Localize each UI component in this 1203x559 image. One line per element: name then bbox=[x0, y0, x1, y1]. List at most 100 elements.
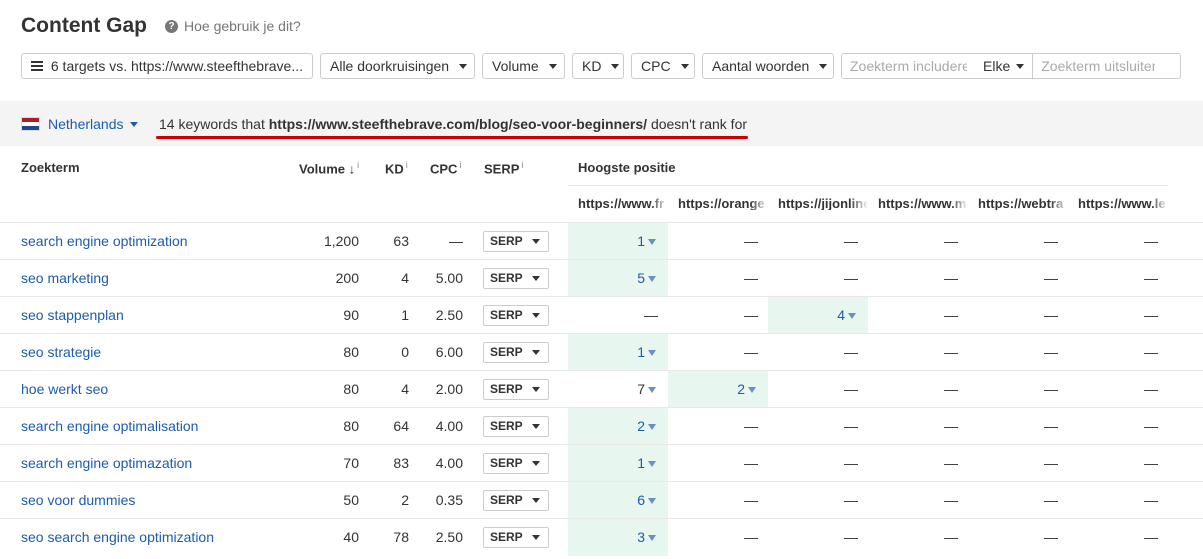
serp-dropdown[interactable]: SERP bbox=[483, 453, 549, 474]
keyword-link[interactable]: seo strategie bbox=[21, 334, 101, 371]
position-cell[interactable]: 4 bbox=[768, 297, 868, 334]
chevron-down-icon bbox=[611, 63, 620, 69]
competitor-header-5[interactable]: https://webtra bbox=[978, 196, 1068, 210]
country-dropdown[interactable]: Netherlands bbox=[21, 116, 138, 132]
position-value: — bbox=[1044, 307, 1058, 323]
position-value: — bbox=[744, 529, 758, 545]
sort-desc-icon: ↓ bbox=[348, 161, 356, 177]
results-summary: 14 keywords that https://www.steefthebra… bbox=[159, 116, 747, 132]
position-cell: — bbox=[668, 445, 768, 482]
word-count-dropdown[interactable]: Aantal woorden bbox=[702, 53, 834, 79]
col-header-cpc[interactable]: CPC i bbox=[430, 160, 461, 176]
fade bbox=[950, 196, 968, 210]
position-cell[interactable]: 5 bbox=[568, 260, 668, 297]
chevron-down-icon bbox=[129, 121, 138, 127]
position-cell: — bbox=[968, 408, 1068, 445]
keyword-link[interactable]: hoe werkt seo bbox=[21, 371, 108, 408]
position-value: — bbox=[1044, 344, 1058, 360]
position-value: — bbox=[944, 344, 958, 360]
exclude-keyword-input[interactable] bbox=[1033, 54, 1164, 78]
keyword-link[interactable]: search engine optimization bbox=[21, 223, 188, 260]
position-value: — bbox=[844, 233, 858, 249]
competitor-header-1[interactable]: https://www.fr bbox=[578, 196, 668, 210]
position-cell: — bbox=[868, 297, 968, 334]
position-cell: — bbox=[868, 482, 968, 519]
chevron-down-icon bbox=[459, 63, 468, 69]
volume-value: 90 bbox=[343, 307, 359, 323]
position-value: — bbox=[744, 344, 758, 360]
position-cell[interactable]: 2 bbox=[568, 408, 668, 445]
volume-value: 50 bbox=[343, 492, 359, 508]
competitor-header-6[interactable]: https://www.le bbox=[1078, 196, 1168, 210]
match-mode-dropdown[interactable]: Elke bbox=[975, 54, 1032, 78]
page-title: Content Gap bbox=[21, 14, 147, 37]
keyword-link[interactable]: seo search engine optimization bbox=[21, 519, 214, 556]
serp-dropdown[interactable]: SERP bbox=[483, 268, 549, 289]
competitor-header-4[interactable]: https://www.m bbox=[878, 196, 968, 210]
cpc-value: 2.50 bbox=[435, 529, 463, 545]
position-cell[interactable]: 1 bbox=[568, 445, 668, 482]
chevron-down-icon bbox=[532, 424, 540, 429]
position-value: — bbox=[1044, 270, 1058, 286]
serp-dropdown[interactable]: SERP bbox=[483, 490, 549, 511]
competitor-header-3[interactable]: https://jijonline bbox=[778, 196, 868, 210]
intersections-dropdown[interactable]: Alle doorkruisingen bbox=[320, 53, 475, 79]
position-cell[interactable]: 6 bbox=[568, 482, 668, 519]
volume-value: 70 bbox=[343, 455, 359, 471]
serp-label: SERP bbox=[490, 271, 523, 285]
serp-dropdown[interactable]: SERP bbox=[483, 527, 549, 548]
info-icon: i bbox=[357, 160, 360, 170]
fade bbox=[1050, 196, 1068, 210]
competitor-header-2[interactable]: https://orange bbox=[678, 196, 768, 210]
position-value: — bbox=[1044, 455, 1058, 471]
cpc-dropdown[interactable]: CPC bbox=[631, 53, 695, 79]
serp-dropdown[interactable]: SERP bbox=[483, 305, 549, 326]
info-bar: Netherlands 14 keywords that https://www… bbox=[0, 101, 1203, 146]
targets-button[interactable]: 6 targets vs. https://www.steefthebrave.… bbox=[21, 53, 313, 79]
position-cell: — bbox=[968, 260, 1068, 297]
col-header-volume[interactable]: Volume ↓ i bbox=[299, 160, 359, 176]
dropdown-triangle-icon bbox=[648, 535, 656, 541]
position-value: — bbox=[944, 492, 958, 508]
position-cell[interactable]: 2 bbox=[668, 371, 768, 408]
serp-dropdown[interactable]: SERP bbox=[483, 342, 549, 363]
serp-label: SERP bbox=[490, 456, 523, 470]
keyword-link[interactable]: seo stappenplan bbox=[21, 297, 124, 334]
position-cell[interactable]: 7 bbox=[568, 371, 668, 408]
col-header-serp[interactable]: SERP i bbox=[484, 160, 523, 176]
position-cell: — bbox=[968, 519, 1068, 556]
volume-value: 1,200 bbox=[323, 233, 359, 249]
dropdown-triangle-icon bbox=[848, 313, 856, 319]
serp-dropdown[interactable]: SERP bbox=[483, 379, 549, 400]
kd-value: 83 bbox=[393, 455, 409, 471]
col-header-keyword[interactable]: Zoekterm bbox=[21, 160, 80, 175]
serp-dropdown[interactable]: SERP bbox=[483, 416, 549, 437]
position-cell[interactable]: 3 bbox=[568, 519, 668, 556]
include-keyword-input[interactable] bbox=[842, 54, 975, 78]
position-value: — bbox=[844, 381, 858, 397]
dropdown-triangle-icon bbox=[648, 276, 656, 282]
col-header-kd[interactable]: KD i bbox=[385, 160, 408, 176]
position-cell: — bbox=[1068, 408, 1168, 445]
dropdown-triangle-icon bbox=[748, 387, 756, 393]
kd-dropdown[interactable]: KD bbox=[572, 53, 624, 79]
position-value: — bbox=[1044, 492, 1058, 508]
position-value: — bbox=[944, 270, 958, 286]
volume-dropdown[interactable]: Volume bbox=[482, 53, 565, 79]
volume-label: Volume bbox=[492, 58, 539, 74]
keyword-link[interactable]: search engine optimalisation bbox=[21, 408, 198, 445]
keyword-link[interactable]: seo marketing bbox=[21, 260, 109, 297]
fade bbox=[750, 196, 768, 210]
help-link[interactable]: ? Hoe gebruik je dit? bbox=[165, 18, 301, 34]
serp-dropdown[interactable]: SERP bbox=[483, 231, 549, 252]
kd-header-label: KD bbox=[385, 161, 404, 177]
dropdown-triangle-icon bbox=[648, 387, 656, 393]
keyword-link[interactable]: seo voor dummies bbox=[21, 482, 135, 519]
position-cell: — bbox=[868, 223, 968, 260]
annotation-underline bbox=[156, 136, 748, 139]
keyword-link[interactable]: search engine optimazation bbox=[21, 445, 192, 482]
position-cell[interactable]: 1 bbox=[568, 334, 668, 371]
position-value: — bbox=[1044, 233, 1058, 249]
intersections-label: Alle doorkruisingen bbox=[330, 58, 450, 74]
position-cell[interactable]: 1 bbox=[568, 223, 668, 260]
